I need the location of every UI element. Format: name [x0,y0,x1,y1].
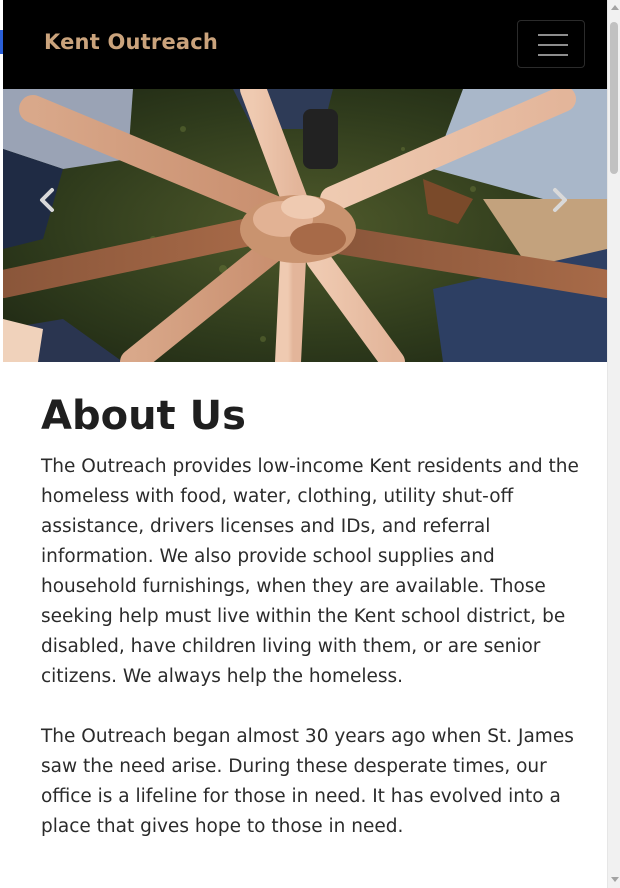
scroll-up-arrow-icon[interactable] [611,5,619,10]
about-paragraph: The Outreach began almost 30 years ago w… [41,726,574,837]
menu-toggle-button[interactable] [517,20,585,68]
brand-link[interactable]: Kent Outreach [44,30,218,54]
chevron-right-icon [553,188,567,212]
scroll-down-arrow-icon[interactable] [611,877,619,882]
hands-together-photo [3,89,607,362]
about-section: About Us The Outreach provides low-incom… [41,388,586,872]
page: Kent Outreach About Us The Outreach prov… [0,0,620,888]
navbar: Kent Outreach [3,0,607,89]
about-paragraph: The Outreach provides low-income Kent re… [41,456,579,687]
carousel-next-button[interactable] [531,89,591,362]
hamburger-icon [538,34,568,36]
scrollbar-thumb[interactable] [610,22,618,174]
about-title: About Us [41,393,246,439]
chevron-left-icon [40,188,54,212]
carousel-image [3,89,607,362]
carousel-prev-button[interactable] [18,89,78,362]
vertical-scrollbar[interactable] [607,0,620,888]
